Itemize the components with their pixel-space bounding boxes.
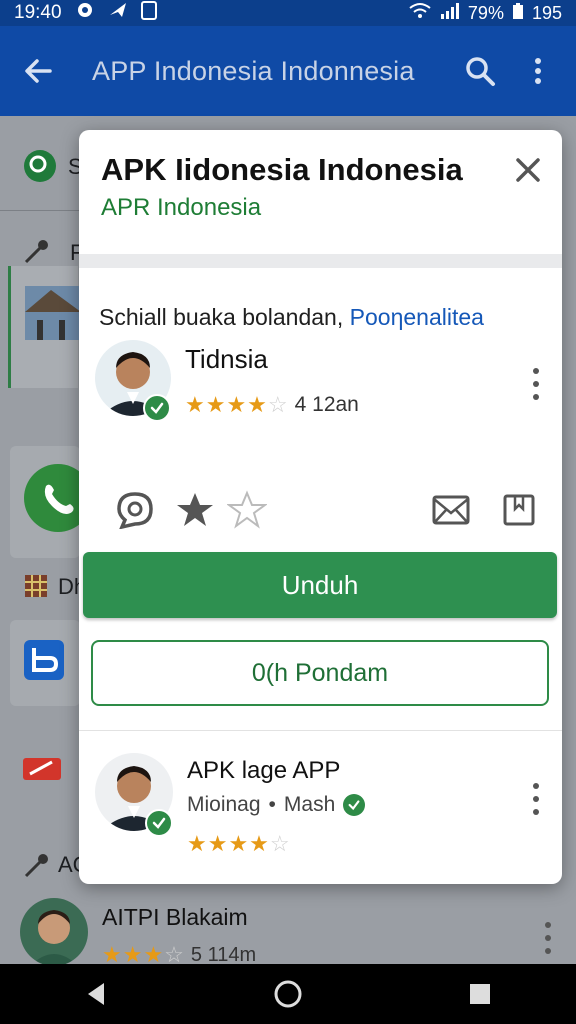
mail-icon	[432, 495, 470, 525]
status-time: 19:40	[14, 2, 62, 23]
bookmark-icon	[503, 494, 535, 526]
search-app-icon	[22, 148, 58, 189]
lead-link[interactable]: Pooηenalitea	[350, 304, 484, 330]
square-recents-icon	[470, 984, 490, 1004]
app-name: Tidnsia	[185, 344, 268, 374]
rating-text: 4 12an	[294, 393, 359, 416]
more-vert-icon[interactable]	[530, 783, 542, 815]
back-button[interactable]	[18, 51, 58, 91]
close-button[interactable]	[512, 154, 544, 186]
send-icon	[108, 1, 130, 25]
search-icon	[466, 57, 495, 86]
chat-bubble-icon	[117, 492, 153, 529]
lead-text-body: Schiall buaka bolandan,	[99, 304, 344, 330]
flight-icon	[22, 754, 62, 789]
app-bar: APP Indonesia Indonnesia	[0, 26, 576, 116]
app-rating: ★★★★☆ 4 12an	[185, 392, 359, 418]
star-outline-icon	[227, 490, 267, 529]
related-app-meta: Mioinag • Mash	[187, 793, 366, 817]
battery-percent: 79%	[467, 2, 504, 23]
secondary-button[interactable]: 0(h Pondam	[91, 640, 549, 706]
favorite-button[interactable]	[175, 490, 215, 530]
status-extra: 195	[531, 2, 562, 23]
whatsapp-card	[10, 446, 92, 558]
email-button[interactable]	[431, 490, 471, 530]
wrench-icon	[22, 850, 52, 885]
app-detail-dialog: APK Iidonesia Indonesia APR Indonesia Sc…	[79, 130, 562, 884]
clipboard-icon	[140, 0, 158, 26]
search-button[interactable]	[460, 51, 500, 91]
wifi-icon	[408, 2, 432, 25]
battery-icon	[512, 2, 524, 25]
more-vert-icon[interactable]	[542, 922, 554, 954]
dialog-title: APK Iidonesia Indonesia	[101, 152, 463, 187]
list-item-name: AITPI Blakaim	[102, 904, 248, 930]
signal-icon	[440, 2, 460, 25]
app-bar-title: APP Indonesia Indonnesia	[92, 55, 415, 86]
dialog-subtitle: APR Indonesia	[101, 194, 262, 221]
star-rating: ★★★★☆	[185, 392, 289, 417]
check-circle-icon	[343, 794, 366, 816]
arrow-left-icon	[25, 59, 52, 83]
nav-home-button[interactable]	[268, 974, 308, 1014]
overflow-menu-button[interactable]	[518, 51, 558, 91]
divider	[0, 210, 80, 211]
related-app-rating: ★★★★☆	[187, 831, 291, 857]
verified-badge-icon	[143, 394, 171, 422]
thumbnail-image	[8, 266, 81, 388]
more-vert-icon[interactable]	[530, 368, 542, 400]
status-bar: 19:40 79% 195	[0, 0, 576, 26]
separator: •	[268, 793, 276, 816]
tag-label: Mash	[283, 793, 336, 816]
rate-button[interactable]	[227, 490, 267, 530]
download-button[interactable]: Unduh	[83, 552, 557, 618]
nav-back-button[interactable]	[76, 974, 116, 1014]
app-card: Schiall buaka bolandan, Pooηenalitea Tid…	[79, 268, 562, 730]
app-card	[10, 620, 80, 706]
lead-text: Schiall buaka bolandan, Pooηenalitea	[99, 304, 484, 331]
chat-button[interactable]	[115, 490, 155, 530]
circle-home-icon	[274, 980, 302, 1008]
avatar	[20, 898, 88, 966]
divider	[79, 254, 562, 268]
dialog-header: APK Iidonesia Indonesia APR Indonesia	[79, 130, 562, 254]
bookmark-button[interactable]	[499, 490, 539, 530]
star-rating: ★★★★☆	[187, 831, 291, 856]
action-row	[79, 462, 562, 552]
close-icon	[516, 158, 540, 182]
more-vert-icon	[535, 58, 541, 84]
notification-icon	[72, 1, 98, 25]
grid-icon	[24, 574, 48, 603]
nav-recents-button[interactable]	[460, 974, 500, 1014]
whatsapp-icon	[24, 464, 92, 532]
verified-badge-icon	[145, 809, 173, 837]
triangle-back-icon	[88, 983, 104, 1005]
app-logo-icon	[24, 640, 64, 680]
star-filled-icon	[177, 493, 213, 526]
system-nav-bar	[0, 964, 576, 1024]
related-app-item[interactable]: APK lage APP Mioinag • Mash ★★★★☆	[79, 731, 562, 884]
list-item[interactable]: AITPI Blakaim ★★★☆ 5 114m	[0, 884, 576, 967]
related-app-name: APK lage APP	[187, 757, 341, 784]
developer-name: Mioinag	[187, 793, 261, 816]
